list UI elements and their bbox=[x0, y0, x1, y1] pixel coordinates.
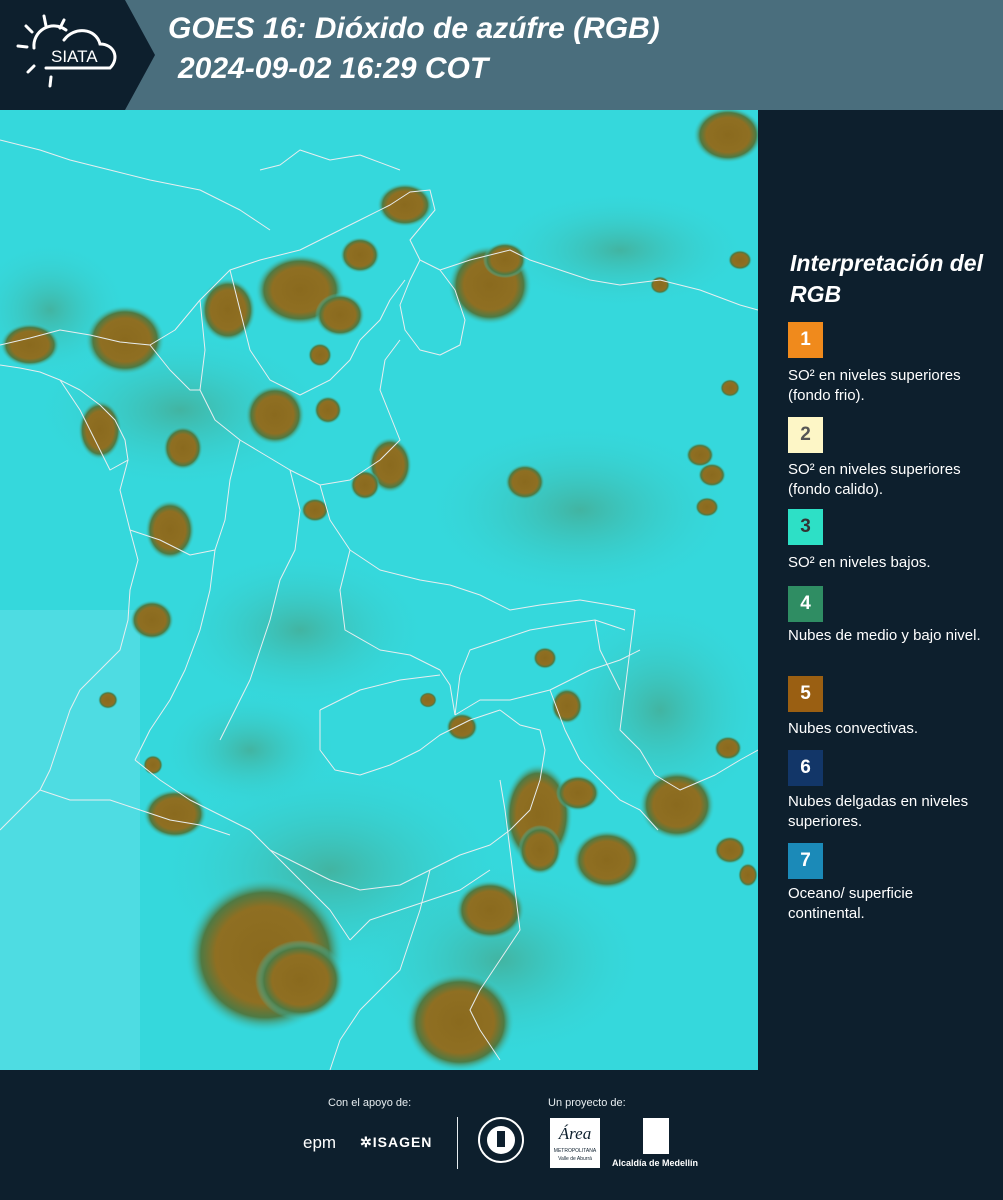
legend-item-1-label: SO² en niveles superiores (fondo frio). bbox=[788, 367, 961, 404]
epm-logo: epm bbox=[303, 1133, 337, 1152]
page-timestamp: 2024-09-02 16:29 COT bbox=[178, 52, 489, 85]
legend-swatch-6: 6 bbox=[788, 750, 823, 786]
medellin-seal-logo bbox=[477, 1116, 525, 1164]
satellite-rgb-map bbox=[0, 110, 758, 1070]
header-bar: SIATA GOES 16: Dióxido de azúfre (RGB) 2… bbox=[0, 0, 1003, 110]
footer-sponsors: Con el apoyo de: Un proyecto de: epm ✲IS… bbox=[0, 1070, 1003, 1200]
page-title: GOES 16: Dióxido de azúfre (RGB) bbox=[168, 12, 660, 45]
project-label: Un proyecto de: bbox=[548, 1097, 626, 1109]
footer-divider bbox=[457, 1117, 458, 1169]
area-metropolitana-logo: Área METROPOLITANA Valle de Aburrá bbox=[550, 1118, 600, 1168]
alcaldia-logo-text: Alcaldía de Medellín bbox=[612, 1158, 699, 1168]
legend-swatch-4: 4 bbox=[788, 586, 823, 622]
svg-text:SIATA: SIATA bbox=[51, 47, 98, 66]
alcaldia-emblem-icon bbox=[643, 1118, 669, 1154]
legend-swatch-5: 5 bbox=[788, 676, 823, 712]
isagen-mark-icon: ✲ bbox=[360, 1134, 373, 1150]
legend-item-6-label: Nubes delgadas en niveles superiores. bbox=[788, 793, 969, 830]
isagen-logo: ✲ISAGEN bbox=[360, 1134, 433, 1150]
legend-swatch-3: 3 bbox=[788, 509, 823, 545]
siata-logo: SIATA bbox=[0, 0, 155, 110]
legend-item-3-label: SO² en niveles bajos. bbox=[788, 554, 931, 571]
rgb-legend-panel: Interpretación del RGB 1 SO² en niveles … bbox=[760, 110, 1003, 1070]
support-label: Con el apoyo de: bbox=[328, 1097, 412, 1109]
legend-title: Interpretación del RGB bbox=[790, 250, 983, 307]
legend-item-5-label: Nubes convectivas. bbox=[788, 720, 919, 737]
legend-item-4-label: Nubes de medio y bajo nivel. bbox=[788, 627, 981, 644]
legend-swatch-7: 7 bbox=[788, 843, 823, 879]
legend-swatch-2: 2 bbox=[788, 417, 823, 453]
legend-swatch-1: 1 bbox=[788, 322, 823, 358]
legend-item-7-label: Oceano/ superficie continental. bbox=[788, 885, 914, 922]
legend-item-2-label: SO² en niveles superiores (fondo calido)… bbox=[788, 461, 961, 498]
